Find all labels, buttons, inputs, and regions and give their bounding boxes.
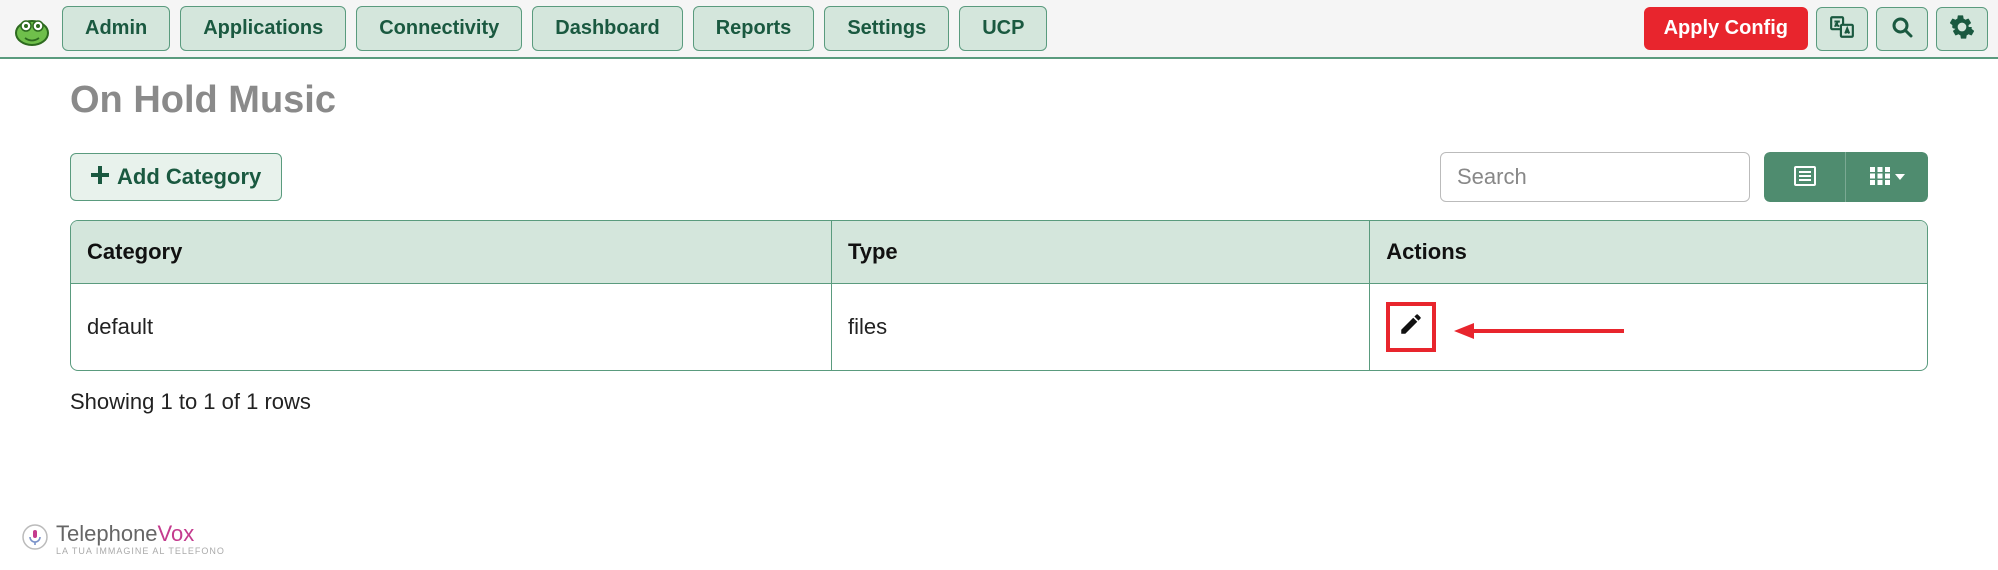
gear-icon bbox=[1949, 14, 1975, 43]
list-detail-icon bbox=[1793, 165, 1817, 190]
pager-info: Showing 1 to 1 of 1 rows bbox=[70, 389, 1928, 415]
cell-category: default bbox=[71, 284, 832, 370]
header-actions[interactable]: Actions bbox=[1370, 221, 1927, 284]
grid-icon bbox=[1870, 167, 1890, 188]
search-icon bbox=[1890, 15, 1914, 42]
header-type[interactable]: Type bbox=[832, 221, 1370, 284]
microphone-icon bbox=[22, 524, 48, 555]
categories-table: Category Type Actions default files bbox=[70, 220, 1928, 371]
language-button[interactable] bbox=[1816, 7, 1868, 51]
translate-icon bbox=[1829, 14, 1855, 43]
nav-ucp[interactable]: UCP bbox=[959, 6, 1047, 51]
header-category[interactable]: Category bbox=[71, 221, 832, 284]
footer-brand-text: TelephoneVox bbox=[56, 521, 194, 546]
table-row: default files bbox=[71, 284, 1927, 370]
nav-settings[interactable]: Settings bbox=[824, 6, 949, 51]
edit-action-button[interactable] bbox=[1386, 302, 1436, 352]
pencil-icon bbox=[1398, 311, 1424, 343]
nav-dashboard[interactable]: Dashboard bbox=[532, 6, 682, 51]
view-columns-button[interactable] bbox=[1846, 152, 1928, 202]
table-header-row: Category Type Actions bbox=[71, 221, 1927, 284]
view-toggle-group bbox=[1764, 152, 1928, 202]
arrow-annotation bbox=[1454, 319, 1624, 343]
caret-down-icon bbox=[1895, 174, 1905, 180]
search-input[interactable] bbox=[1440, 152, 1750, 202]
nav-admin[interactable]: Admin bbox=[62, 6, 170, 51]
nav-reports[interactable]: Reports bbox=[693, 6, 815, 51]
nav-applications[interactable]: Applications bbox=[180, 6, 346, 51]
settings-gear-button[interactable] bbox=[1936, 7, 1988, 51]
main-content: On Hold Music Add Category bbox=[0, 59, 1998, 425]
view-detail-button[interactable] bbox=[1764, 152, 1846, 202]
add-category-label: Add Category bbox=[117, 164, 261, 190]
page-toolbar: Add Category bbox=[70, 152, 1928, 202]
nav-connectivity[interactable]: Connectivity bbox=[356, 6, 522, 51]
search-button[interactable] bbox=[1876, 7, 1928, 51]
add-category-button[interactable]: Add Category bbox=[70, 153, 282, 201]
top-navbar: Admin Applications Connectivity Dashboar… bbox=[0, 0, 1998, 59]
plus-icon bbox=[91, 164, 109, 190]
cell-type: files bbox=[832, 284, 1370, 370]
apply-config-button[interactable]: Apply Config bbox=[1644, 7, 1808, 50]
nav-buttons: Admin Applications Connectivity Dashboar… bbox=[62, 6, 1047, 51]
footer-brand: TelephoneVox LA TUA IMMAGINE AL TELEFONO bbox=[22, 523, 225, 556]
cell-actions bbox=[1370, 284, 1927, 370]
footer-tagline: LA TUA IMMAGINE AL TELEFONO bbox=[56, 546, 225, 556]
page-title: On Hold Music bbox=[70, 79, 1928, 122]
app-logo bbox=[10, 9, 54, 49]
